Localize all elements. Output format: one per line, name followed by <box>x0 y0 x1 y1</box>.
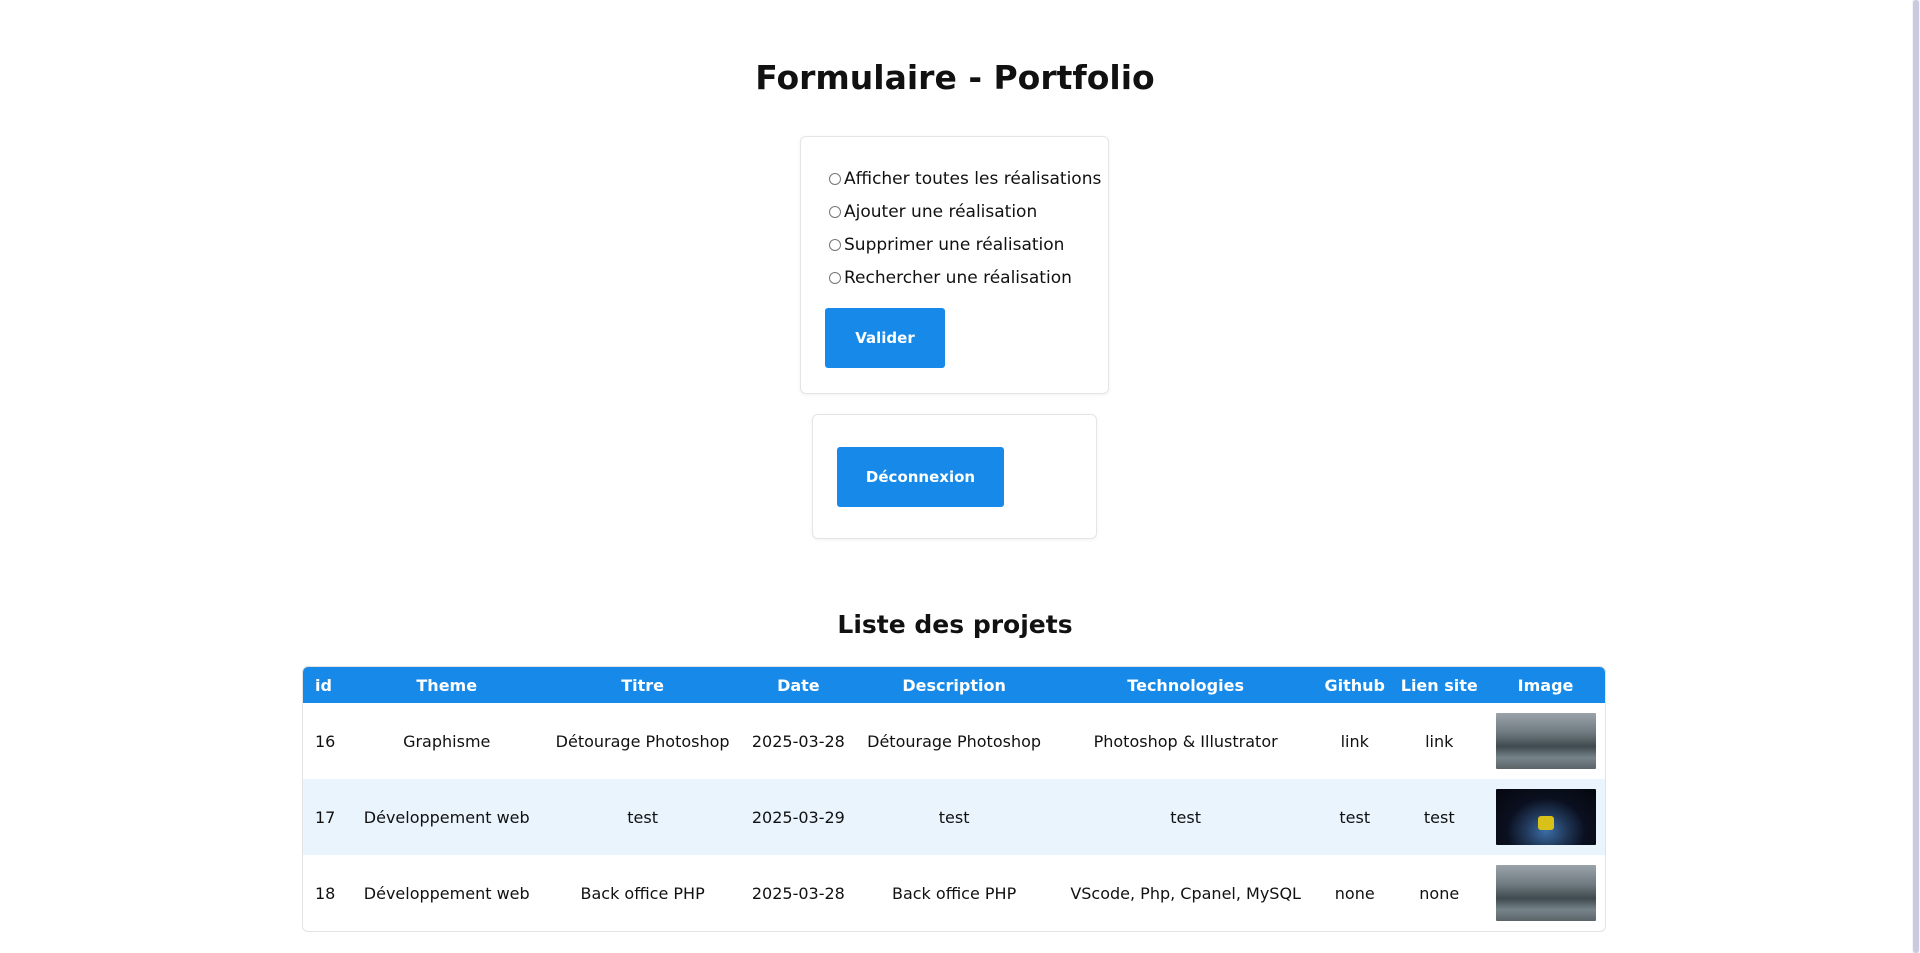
radio-button[interactable] <box>829 238 841 251</box>
radio-label: Rechercher une réalisation <box>844 267 1072 288</box>
cell-description: Back office PHP <box>891 883 1017 903</box>
cell-description: Détourage Photoshop <box>867 731 1042 751</box>
column-header-image: Image <box>1486 667 1605 703</box>
cell-lien-site: none <box>1419 883 1460 903</box>
scrollbar-thumb[interactable] <box>1913 0 1919 953</box>
column-header-technologies: Technologies <box>1054 667 1318 703</box>
cell-id: 16 <box>315 731 336 751</box>
cell-technologies: test <box>1054 779 1318 855</box>
cell-github: none <box>1334 883 1375 903</box>
cell-github: link <box>1340 731 1369 751</box>
cell-id: 17 <box>303 779 351 855</box>
cell-lien-site: test <box>1392 779 1487 855</box>
radio-button[interactable] <box>829 205 841 218</box>
column-header-theme: Theme <box>351 667 543 703</box>
radio-button[interactable] <box>829 172 841 185</box>
radio-label: Ajouter une réalisation <box>844 201 1038 222</box>
table-row: 17 Développement web test 2025-03-29 tes… <box>303 779 1605 855</box>
cell-theme: Développement web <box>363 883 530 903</box>
cell-date: 2025-03-29 <box>742 779 854 855</box>
column-header-date: Date <box>742 667 854 703</box>
radio-label: Afficher toutes les réalisations <box>844 168 1102 189</box>
radio-option-rechercher[interactable]: Rechercher une réalisation <box>829 261 1108 294</box>
column-header-id: id <box>303 667 351 703</box>
page-title: Formulaire - Portfolio <box>755 58 1155 97</box>
cell-titre: test <box>542 779 743 855</box>
projects-title: Liste des projets <box>837 610 1073 639</box>
cliff-landscape-thumbnail <box>1495 713 1596 769</box>
logout-card: Déconnexion <box>812 414 1097 539</box>
logout-button[interactable]: Déconnexion <box>837 447 1004 507</box>
table-header-row: id Theme Titre Date Description Technolo… <box>303 667 1605 703</box>
cell-theme: Développement web <box>351 779 543 855</box>
cell-theme: Graphisme <box>403 731 491 751</box>
cell-technologies: Photoshop & Illustrator <box>1093 731 1278 751</box>
column-header-github: Github <box>1317 667 1393 703</box>
cell-description: test <box>853 779 1055 855</box>
cell-date: 2025-03-28 <box>751 731 845 751</box>
cell-technologies: VScode, Php, Cpanel, MySQL <box>1070 883 1301 903</box>
radio-label: Supprimer une réalisation <box>844 234 1065 255</box>
radio-option-ajouter[interactable]: Ajouter une réalisation <box>829 195 1108 228</box>
cell-image <box>1486 779 1605 855</box>
projects-table: id Theme Titre Date Description Technolo… <box>302 666 1606 932</box>
page-scrollbar[interactable] <box>1912 0 1920 953</box>
column-header-description: Description <box>853 667 1055 703</box>
cell-titre: Back office PHP <box>580 883 705 903</box>
cell-image <box>1486 703 1605 779</box>
cell-lien-site: link <box>1425 731 1454 751</box>
cell-github: test <box>1317 779 1393 855</box>
table-row: 16 Graphisme Détourage Photoshop 2025-03… <box>303 703 1605 779</box>
column-header-lien-site: Lien site <box>1392 667 1487 703</box>
cell-date: 2025-03-28 <box>751 883 845 903</box>
earth-space-thumbnail <box>1495 789 1596 845</box>
radio-option-supprimer[interactable]: Supprimer une réalisation <box>829 228 1108 261</box>
radio-button[interactable] <box>829 271 841 284</box>
cell-id: 18 <box>315 883 336 903</box>
cell-image <box>1486 855 1605 931</box>
column-header-titre: Titre <box>542 667 743 703</box>
cell-titre: Détourage Photoshop <box>555 731 730 751</box>
radio-option-afficher[interactable]: Afficher toutes les réalisations <box>829 162 1108 195</box>
action-form-card: Afficher toutes les réalisations Ajouter… <box>800 136 1109 394</box>
table-row: 18 Développement web Back office PHP 202… <box>303 855 1605 931</box>
cliff-landscape-thumbnail <box>1495 865 1596 921</box>
validate-button[interactable]: Valider <box>825 308 945 368</box>
